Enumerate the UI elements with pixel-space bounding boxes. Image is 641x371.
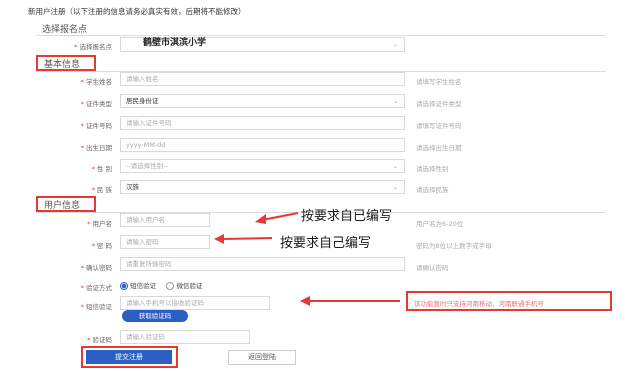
annotation-arrows [214,212,400,306]
annotation-username-note: 按要求自已编写 [301,209,393,224]
arrow-username-head [255,214,266,224]
arrow-username-shaft [261,212,299,221]
arrow-password-head [214,234,224,244]
annotation-password-note: 按要求自己编写 [280,236,372,251]
arrow-password-shaft [221,237,273,240]
arrow-sms-head [300,296,310,306]
